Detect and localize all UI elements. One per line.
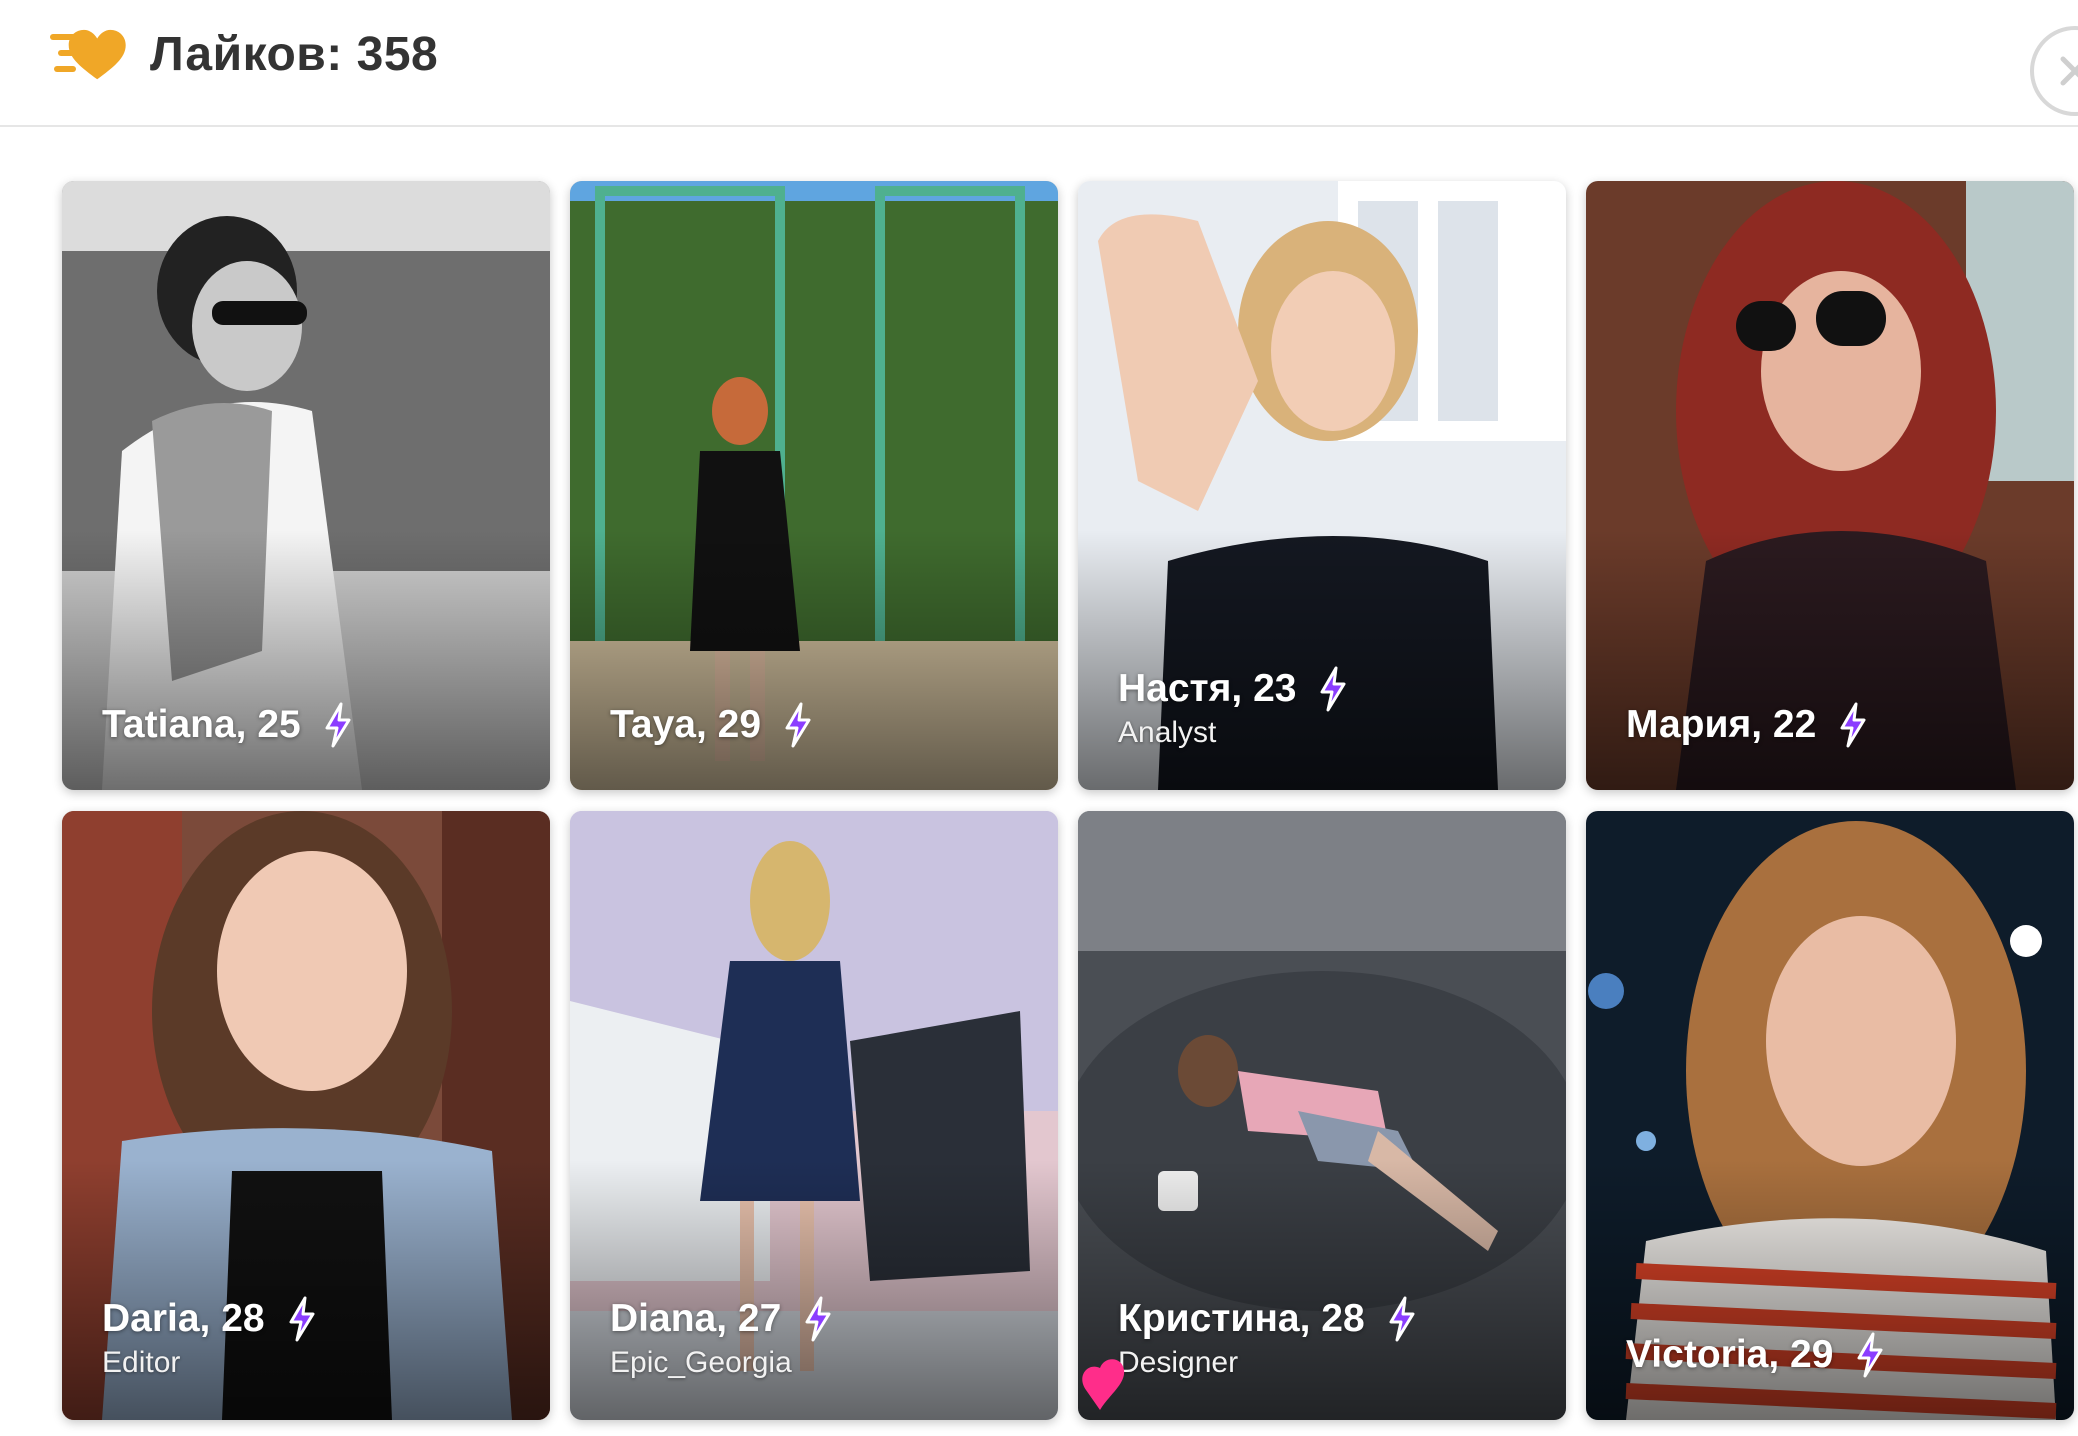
profile-subtitle: Epic_Georgia [610, 1346, 792, 1379]
profile-card[interactable]: Tatiana, 25 [62, 181, 550, 790]
profile-card[interactable]: Victoria, 29 [1586, 811, 2074, 1420]
card-info: Victoria, 29 [1626, 1332, 1887, 1378]
lightning-icon [1857, 1332, 1883, 1378]
profile-subtitle: Analyst [1118, 716, 1217, 749]
card-info: Taya, 29 [610, 702, 815, 748]
profile-card[interactable]: Кристина, 28 Designer [1078, 811, 1566, 1420]
card-gradient [62, 530, 550, 790]
lightning-icon [785, 702, 811, 748]
profile-card[interactable]: Daria, 28 Editor [62, 811, 550, 1420]
profile-name: Taya, 29 [610, 703, 762, 746]
profile-name: Настя, 23 [1118, 667, 1297, 710]
profile-card[interactable]: Настя, 23 Analyst [1078, 181, 1566, 790]
card-info: Tatiana, 25 [102, 702, 355, 748]
lightning-icon [325, 702, 351, 748]
profile-card[interactable]: Diana, 27 Epic_Georgia [570, 811, 1058, 1420]
profile-name: Victoria, 29 [1626, 1333, 1834, 1376]
card-info: Мария, 22 [1626, 702, 1870, 748]
likes-grid: Tatiana, 25 Taya, 29 Настя, 23 Analyst М… [0, 0, 2078, 1436]
profile-name: Daria, 28 [102, 1297, 265, 1340]
lightning-icon [1320, 666, 1346, 712]
profile-subtitle: Editor [102, 1346, 181, 1379]
lightning-icon [1389, 1296, 1415, 1342]
card-info: Diana, 27 Epic_Georgia [610, 1296, 835, 1382]
card-gradient [1586, 530, 2074, 790]
profile-card[interactable]: Taya, 29 [570, 181, 1058, 790]
super-like-heart-icon [1082, 1359, 1125, 1410]
profile-name: Кристина, 28 [1118, 1297, 1365, 1340]
profile-subtitle: Designer [1118, 1346, 1239, 1379]
card-info: Настя, 23 Analyst [1118, 666, 1350, 752]
profile-name: Diana, 27 [610, 1297, 782, 1340]
lightning-icon [805, 1296, 831, 1342]
profile-name: Tatiana, 25 [102, 703, 301, 746]
profile-name: Мария, 22 [1626, 703, 1817, 746]
lightning-icon [1840, 702, 1866, 748]
card-gradient [1586, 1160, 2074, 1420]
card-gradient [570, 530, 1058, 790]
profile-card[interactable]: Мария, 22 [1586, 181, 2074, 790]
card-info: Кристина, 28 Designer [1118, 1296, 1419, 1382]
card-info: Daria, 28 Editor [102, 1296, 319, 1382]
lightning-icon [289, 1296, 315, 1342]
